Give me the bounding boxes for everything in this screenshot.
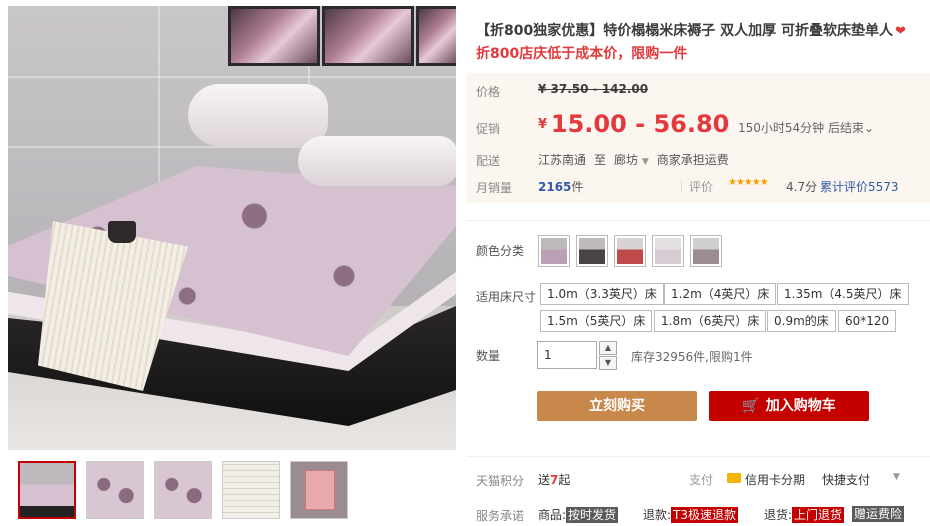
promise-return-label: 退货: — [764, 508, 793, 522]
color-option-3[interactable] — [614, 235, 646, 267]
points-give: 送 — [538, 473, 551, 487]
stock-info: 库存32956件,限购1件 — [631, 350, 753, 364]
ship-from: 江苏南通 — [538, 153, 587, 167]
shipping-insurance-badge[interactable]: 赠运费险 — [852, 506, 905, 522]
divider — [466, 220, 930, 221]
caret-down-icon: ▼ — [641, 157, 649, 167]
color-option-2[interactable] — [576, 235, 608, 267]
quantity-down-button[interactable]: ▼ — [599, 356, 617, 370]
color-option-4[interactable] — [652, 235, 684, 267]
quantity-label: 数量 — [476, 349, 501, 363]
divider — [681, 180, 682, 192]
color-option-1[interactable] — [538, 235, 570, 267]
credit-installment-link[interactable]: 信用卡分期 — [745, 471, 805, 488]
promise-extra: 赠运费险 — [852, 506, 905, 522]
cart-icon: 🛒 — [742, 398, 760, 414]
main-product-image — [8, 6, 456, 450]
star-rating-icon: ★★★★★ — [728, 177, 769, 188]
ontime-ship-badge[interactable]: 按时发货 — [566, 507, 619, 523]
fast-refund-badge[interactable]: T3极速退款 — [671, 507, 739, 523]
size-option-1[interactable]: 1.0m（3.3英尺）床 — [540, 283, 664, 305]
size-option-2[interactable]: 1.2m（4英尺）床 — [664, 283, 777, 305]
shipping-info: 江苏南通 至 廊坊 ▼ 商家承担运费 — [538, 151, 729, 168]
points-unit: 起 — [558, 473, 571, 487]
size-option-7[interactable]: 60*120 — [838, 310, 897, 332]
ship-to-select[interactable]: 廊坊 ▼ — [614, 151, 649, 168]
promo-price-value: 15.00 - 56.80 — [550, 110, 730, 138]
currency-symbol: ¥ — [538, 117, 548, 132]
reviews-link[interactable]: 累计评价5573 — [820, 178, 899, 195]
payment-expand-icon[interactable]: ▼ — [893, 472, 900, 482]
size-option-6[interactable]: 0.9m的床 — [767, 310, 836, 332]
thumbnail-4[interactable] — [222, 461, 280, 519]
size-option-3[interactable]: 1.35m（4.5英尺）床 — [777, 283, 909, 305]
product-subtitle: 折800店庆低于成本价，限购一件 — [476, 46, 688, 62]
promo-countdown-text: 150小时54分钟 后结束 — [738, 121, 864, 135]
sales-count: 2165 — [538, 180, 572, 194]
quantity-input[interactable]: 1 — [537, 341, 597, 369]
promise-goods-label: 商品: — [538, 508, 567, 522]
promo-label: 促销 — [476, 122, 501, 136]
fast-pay-link[interactable]: 快捷支付 — [822, 471, 870, 488]
original-price: ¥ 37.50 - 142.00 — [538, 82, 649, 96]
buy-now-button[interactable]: 立刻购买 — [537, 391, 697, 421]
heart-icon: ❤ — [894, 24, 906, 39]
add-to-cart-label: 加入购物车 — [765, 398, 836, 414]
add-to-cart-button[interactable]: 🛒 加入购物车 — [709, 391, 869, 421]
thumbnail-2[interactable] — [86, 461, 144, 519]
thumbnail-1[interactable] — [18, 461, 76, 519]
thumbnail-5[interactable] — [290, 461, 348, 519]
pickup-return-badge[interactable]: 上门退货 — [792, 507, 845, 523]
promise-refund-label: 退款: — [643, 508, 672, 522]
chevron-down-icon: ⌄ — [864, 121, 875, 135]
color-option-5[interactable] — [690, 235, 722, 267]
promise-goods: 商品: 按时发货 — [538, 506, 619, 523]
rating-label: 评价 — [689, 180, 714, 194]
credit-card-icon — [727, 473, 741, 483]
color-label: 颜色分类 — [476, 244, 525, 258]
promo-price: ¥ 15.00 - 56.80 — [538, 110, 729, 138]
promo-countdown[interactable]: 150小时54分钟 后结束⌄ — [738, 119, 874, 136]
promise-return: 退货: 上门退货 — [764, 506, 845, 523]
product-title-text: 【折800独家优惠】特价榻榻米床褥子 双人加厚 可折叠软床垫单人 — [476, 23, 893, 39]
sales-unit: 件 — [571, 180, 584, 194]
ship-to-word: 至 — [594, 153, 607, 167]
points-value: 送7起 — [538, 471, 570, 488]
quantity-up-button[interactable]: ▲ — [599, 341, 617, 355]
product-title: 【折800独家优惠】特价榻榻米床褥子 双人加厚 可折叠软床垫单人 ❤ — [476, 20, 926, 40]
payment-label: 支付 — [689, 473, 714, 487]
thumbnail-strip — [18, 461, 348, 519]
size-option-4[interactable]: 1.5m（5英尺）床 — [540, 310, 653, 332]
ship-to-value: 廊坊 — [614, 153, 639, 167]
points-label: 天猫积分 — [476, 474, 525, 488]
divider — [466, 456, 930, 457]
size-label: 适用床尺寸 — [476, 290, 537, 304]
promise-label: 服务承诺 — [476, 509, 525, 523]
size-option-5[interactable]: 1.8m（6英尺）床 — [654, 310, 767, 332]
price-label: 价格 — [476, 85, 501, 99]
ship-fee: 商家承担运费 — [656, 153, 729, 167]
rating-score: 4.7分 — [786, 180, 818, 194]
monthly-sales: 2165件 — [538, 178, 583, 195]
shipping-label: 配送 — [476, 154, 501, 168]
color-options — [538, 235, 722, 267]
thumbnail-3[interactable] — [154, 461, 212, 519]
promise-refund: 退款: T3极速退款 — [643, 506, 739, 523]
sales-label: 月销量 — [476, 181, 513, 195]
